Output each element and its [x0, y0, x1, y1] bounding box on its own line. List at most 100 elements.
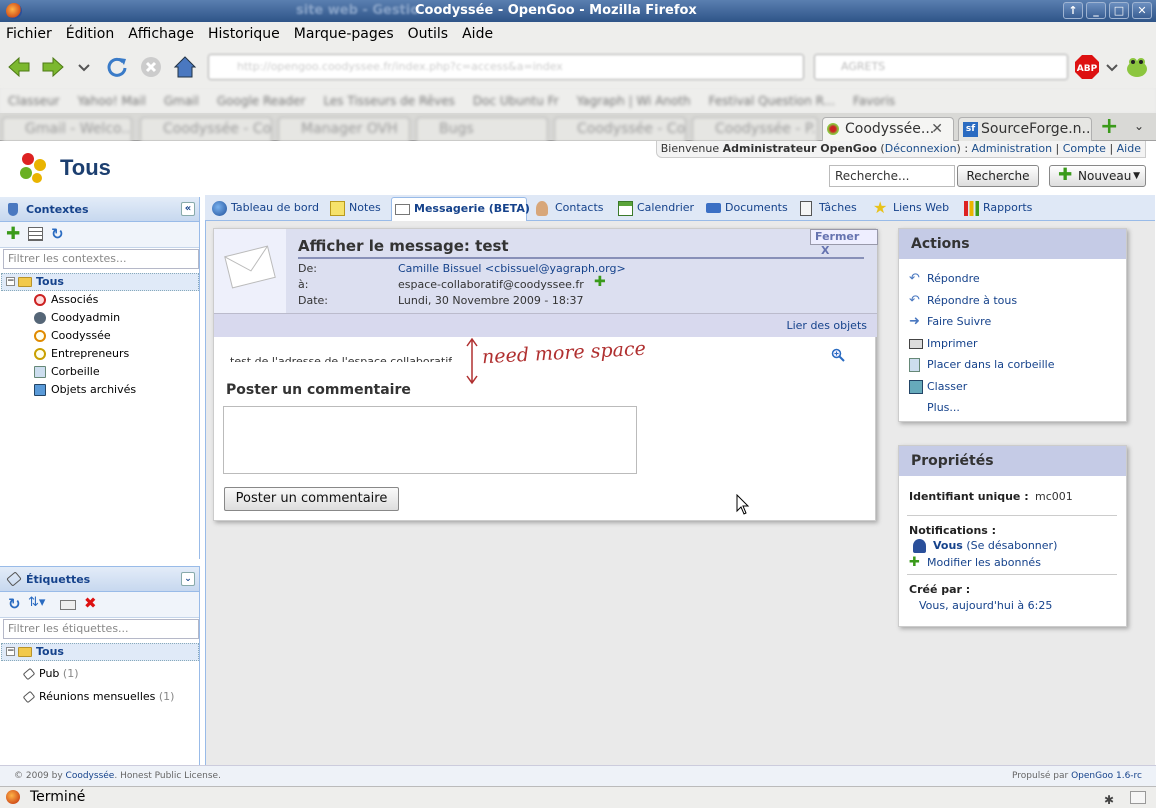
reply-all-action[interactable]: ↶ Répondre à tous — [909, 294, 1017, 307]
bookmark-item[interactable]: Yagraph | Wi Anoth — [577, 94, 691, 108]
maximize-icon[interactable]: □ — [1109, 2, 1129, 19]
contexts-root[interactable]: − Tous — [1, 273, 199, 291]
home-icon[interactable] — [172, 54, 198, 80]
menu-edition[interactable]: Édition — [66, 26, 114, 42]
new-button[interactable]: ✚ Nouveau ▼ — [1049, 165, 1146, 187]
delete-icon[interactable]: ✖ — [84, 594, 97, 612]
browser-search-bar[interactable]: AGRETS — [814, 54, 1068, 80]
tags-filter-input[interactable]: Filtrer les étiquettes... — [3, 619, 199, 639]
collapse-icon[interactable]: « — [181, 202, 195, 216]
menu-affichage[interactable]: Affichage — [128, 26, 194, 42]
context-item-entrepreneurs[interactable]: Entrepreneurs — [34, 345, 129, 363]
stop-icon[interactable] — [138, 54, 164, 80]
trash-action[interactable]: Placer dans la corbeille — [909, 358, 1054, 372]
reload-icon[interactable] — [104, 54, 130, 80]
menu-aide[interactable]: Aide — [462, 26, 493, 42]
minimize-icon[interactable]: _ — [1086, 2, 1106, 19]
app-search-input[interactable]: Recherche... — [829, 165, 955, 187]
notes-icon[interactable] — [1130, 791, 1146, 804]
tags-root[interactable]: − Tous — [1, 643, 199, 661]
forward-action[interactable]: ➜ Faire Suivre — [909, 315, 991, 328]
bookmark-item[interactable]: Gmail — [164, 94, 199, 108]
url-bar[interactable]: http://opengoo.coodyssee.fr/index.php?c=… — [208, 54, 804, 80]
menu-marque-pages[interactable]: Marque-pages — [294, 26, 394, 42]
tab-taches[interactable]: Tâches — [797, 197, 857, 221]
contexts-filter-input[interactable]: Filtrer les contextes... — [3, 249, 199, 269]
tab-notes[interactable]: Notes — [327, 197, 381, 221]
tab-contacts[interactable]: Contacts — [533, 197, 604, 221]
browser-tab-blurred[interactable]: Manager OVH — [278, 117, 410, 141]
tab-list-icon[interactable]: ⌄ — [1134, 119, 1144, 133]
menu-historique[interactable]: Historique — [208, 26, 280, 42]
classify-action[interactable]: Classer — [909, 380, 967, 394]
bookmark-item[interactable]: Favoris — [853, 94, 895, 108]
list-view-icon[interactable] — [28, 227, 43, 241]
menu-outils[interactable]: Outils — [408, 26, 448, 42]
window-up-icon[interactable]: ↑ — [1063, 2, 1083, 19]
help-link[interactable]: Aide — [1117, 142, 1141, 155]
browser-tab-sourceforge[interactable]: SourceForge.n... sf — [958, 117, 1092, 141]
tag-item-pub[interactable]: Pub (1) — [22, 665, 79, 683]
add-context-icon[interactable]: ✚ — [6, 224, 20, 244]
browser-tab-blurred[interactable]: Bugs — [416, 117, 548, 141]
bookmark-item[interactable]: Google Reader — [217, 94, 306, 108]
link-objects-link[interactable]: Lier des objets — [786, 319, 867, 332]
search-button[interactable]: Recherche — [957, 165, 1039, 187]
context-item-archives[interactable]: Objets archivés — [34, 381, 136, 399]
expand-icon[interactable]: ⌄ — [181, 572, 195, 586]
close-tab-icon[interactable]: ✕ — [931, 118, 943, 140]
more-action[interactable]: Plus... — [909, 401, 960, 414]
new-tab-icon[interactable]: + — [1100, 116, 1120, 138]
forward-icon[interactable] — [40, 54, 66, 80]
extension-frog-icon[interactable] — [1124, 54, 1150, 80]
tab-calendrier[interactable]: Calendrier — [615, 197, 694, 221]
print-action[interactable]: Imprimer — [909, 337, 978, 350]
collapse-tree-icon[interactable]: − — [6, 277, 15, 286]
browser-tab-blurred[interactable]: Coodyssée - Co... — [554, 117, 686, 141]
subscriber-you[interactable]: Vous — [933, 539, 963, 552]
context-item-corbeille[interactable]: Corbeille — [34, 363, 100, 381]
adblock-dropdown-icon[interactable] — [1104, 54, 1120, 80]
bookmark-item[interactable]: Festival Question R... — [709, 94, 835, 108]
administration-link[interactable]: Administration — [972, 142, 1053, 155]
logout-link[interactable]: Déconnexion — [885, 142, 957, 155]
browser-tab-active[interactable]: Coodyssée... ✕ — [822, 117, 954, 141]
tag-item-reunions[interactable]: Réunions mensuelles (1) — [22, 688, 174, 706]
created-by-value[interactable]: Vous, aujourd'hui à 6:25 — [919, 599, 1052, 612]
post-comment-button[interactable]: Poster un commentaire — [224, 487, 399, 511]
from-value[interactable]: Camille Bissuel <cbissuel@yagraph.org> — [398, 262, 626, 275]
reply-action[interactable]: ↶ Répondre — [909, 272, 980, 285]
refresh-icon[interactable]: ↻ — [51, 225, 64, 243]
footer-coodyssee-link[interactable]: Coodyssée — [66, 771, 115, 781]
tab-dashboard[interactable]: Tableau de bord — [209, 197, 319, 221]
close-message-button[interactable]: Fermer X — [810, 229, 878, 257]
close-window-icon[interactable]: ✕ — [1132, 2, 1152, 19]
collapse-tree-icon[interactable]: − — [6, 647, 15, 656]
history-dropdown-icon[interactable] — [76, 54, 92, 80]
tab-documents[interactable]: Documents — [703, 197, 788, 221]
footer-opengoo-link[interactable]: OpenGoo 1.6-rc — [1071, 771, 1142, 781]
tab-liens-web[interactable]: ★ Liens Web — [871, 197, 949, 221]
context-item-associes[interactable]: Associés — [34, 291, 98, 309]
sort-icon[interactable]: ⇅▾ — [28, 595, 45, 610]
browser-tab-blurred[interactable]: Gmail - Welco... — [2, 117, 132, 141]
bookmark-item[interactable]: Doc Ubuntu Fr — [473, 94, 559, 108]
back-icon[interactable] — [6, 54, 32, 80]
tab-rapports[interactable]: Rapports — [961, 197, 1032, 221]
bookmark-item[interactable]: Les Tisseurs de Rêves — [323, 94, 454, 108]
browser-tab-blurred[interactable]: Coodyssée - Co... — [140, 117, 272, 141]
bookmark-item[interactable]: Classeur — [8, 94, 60, 108]
refresh-icon[interactable]: ↻ — [8, 595, 21, 613]
context-item-coodyadmin[interactable]: Coodyadmin — [34, 309, 120, 327]
modify-subscribers-action[interactable]: ✚ Modifier les abonnés — [909, 556, 1041, 569]
rename-icon[interactable] — [60, 600, 76, 610]
account-link[interactable]: Compte — [1063, 142, 1106, 155]
menu-fichier[interactable]: Fichier — [6, 26, 52, 42]
adblock-icon[interactable]: ABP — [1074, 54, 1100, 80]
bug-icon[interactable]: ✱ — [1104, 790, 1118, 807]
unsubscribe-link[interactable]: (Se désabonner) — [966, 539, 1057, 552]
zoom-icon[interactable] — [831, 348, 845, 362]
comment-textarea[interactable] — [223, 406, 637, 474]
bookmark-item[interactable]: Yahoo! Mail — [78, 94, 146, 108]
tab-messagerie[interactable]: Messagerie (BETA) — [391, 197, 530, 221]
